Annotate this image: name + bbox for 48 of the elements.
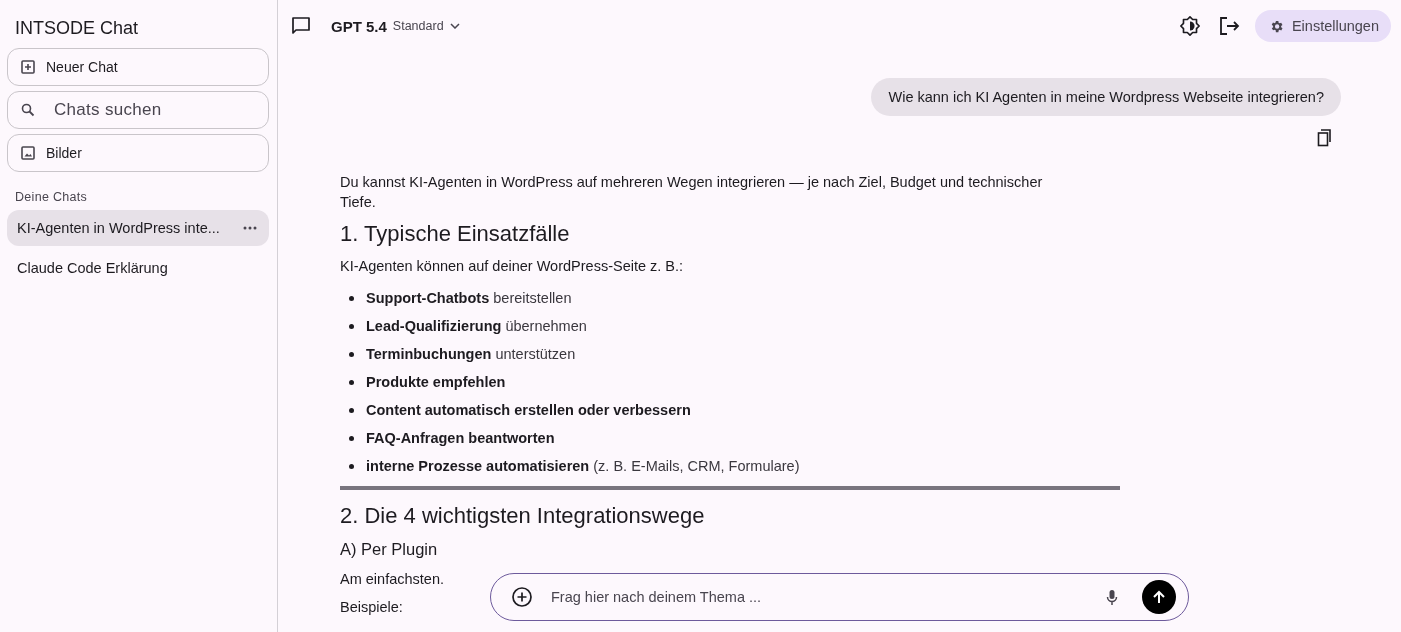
list-item: Support-Chatbots bereitstellen	[366, 290, 572, 306]
chat-item[interactable]: Claude Code Erklärung	[7, 250, 269, 286]
images-button[interactable]: Bilder	[7, 134, 269, 172]
list-item: Lead-Qualifizierung übernehmen	[366, 318, 587, 334]
search-chats-button[interactable]: Chats suchen	[7, 91, 269, 129]
chat-title: Claude Code Erklärung	[17, 260, 168, 276]
app-title: INTSODE Chat	[15, 18, 140, 39]
new-chat-button[interactable]: Neuer Chat	[7, 48, 269, 86]
paragraph: Du kannst KI-Agenten in WordPress auf mehreren Wegen integrieren — je nach Ziel, Budget und technischer Tiefe.	[340, 173, 1044, 212]
plus-box-icon	[20, 59, 36, 75]
paragraph: Am einfachsten.	[340, 570, 444, 589]
microphone-icon[interactable]	[1106, 588, 1118, 606]
chat-item[interactable]: KI-Agenten in WordPress inte...	[7, 210, 269, 246]
arrow-up-icon	[1152, 590, 1166, 604]
list-item: FAQ-Anfragen beantworten	[366, 430, 555, 446]
list-item: interne Prozesse automatisieren (z. B. E-Mails, CRM, Formulare)	[366, 458, 800, 474]
list-item: Produkte empfehlen	[366, 374, 506, 390]
image-icon	[20, 145, 36, 161]
heading: 2. Die 4 wichtigsten Integrationswege	[340, 502, 706, 530]
message-composer[interactable]: Frag hier nach deinem Thema ...	[490, 573, 1189, 621]
paragraph: KI-Agenten können auf deiner WordPress-Seite z. B.:	[340, 257, 684, 276]
brightness-icon[interactable]	[1178, 15, 1201, 37]
chat-title: KI-Agenten in WordPress inte...	[17, 220, 220, 236]
heading: 1. Typische Einsatzfälle	[340, 220, 571, 248]
bullet-icon	[349, 295, 354, 301]
user-message: Wie kann ich KI Agenten in meine Wordpress Webseite integrieren?	[871, 78, 1341, 116]
chevron-down-icon	[449, 23, 460, 29]
search-icon	[20, 102, 36, 118]
add-circle-icon[interactable]	[511, 586, 533, 608]
logout-icon[interactable]	[1218, 16, 1241, 36]
send-button[interactable]	[1142, 580, 1176, 614]
bullet-icon	[349, 323, 354, 329]
bullet-icon	[349, 435, 354, 441]
more-icon[interactable]	[243, 226, 257, 230]
paragraph: Beispiele:	[340, 598, 403, 617]
settings-button[interactable]: Einstellungen	[1254, 10, 1391, 42]
model-selector[interactable]: GPT 5.4 Standard	[331, 17, 460, 35]
copy-icon[interactable]	[1317, 129, 1333, 147]
bullet-icon	[349, 463, 354, 469]
list-item: Terminbuchungen unterstützen	[366, 346, 576, 362]
subheading: A) Per Plugin	[340, 539, 439, 560]
message-input[interactable]: Frag hier nach deinem Thema ...	[549, 588, 1090, 606]
section-label: Deine Chats	[15, 190, 89, 204]
bullet-icon	[349, 379, 354, 385]
bullet-icon	[349, 351, 354, 357]
bullet-icon	[349, 407, 354, 413]
list-item: Content automatisch erstellen oder verbessern	[366, 402, 691, 418]
chat-bubble-icon[interactable]	[291, 16, 311, 36]
